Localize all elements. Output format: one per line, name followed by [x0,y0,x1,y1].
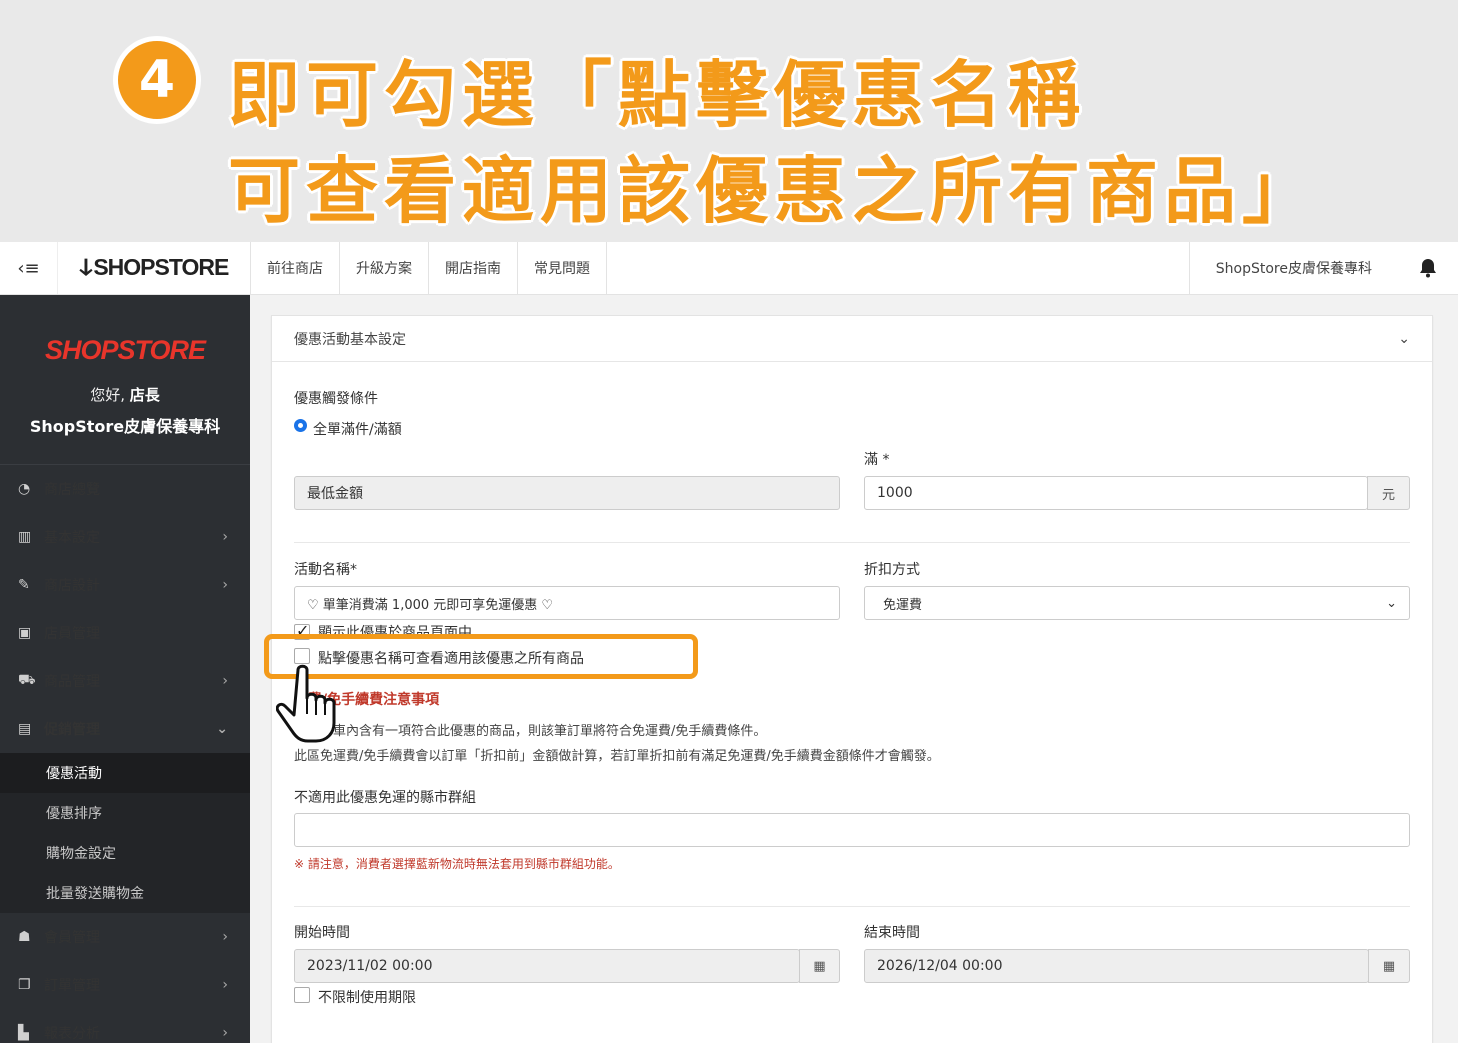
chevron-right-icon: › [222,673,228,689]
chevron-right-icon: › [222,929,228,945]
sidebar-store-name: ShopStore皮膚保養專科 [29,417,221,436]
user-menu[interactable]: ShopStore皮膚保養專科 [1188,242,1398,294]
sidebar-item-reports[interactable]: ▙ 報表分析 › [0,1009,250,1043]
sidebar-item-store-design[interactable]: ✎ 商店設計 › [0,561,250,609]
exclude-regions-label: 不適用此優惠免運的縣市群組 [294,790,476,806]
sidebar-item-promotions[interactable]: ▤ 促銷管理 ⌄ [0,705,250,753]
start-time-input[interactable]: 2023/11/02 00:00 [294,949,800,983]
nav-faq[interactable]: 常見問題 [518,242,607,294]
sidebar-greeting: 您好, 店長 [90,386,160,404]
discount-method-label: 折扣方式 [864,562,920,578]
card-header[interactable]: 優惠活動基本設定 ⌄ [272,316,1432,362]
sidebar-brand: SHOPSTORE 您好, 店長 ShopStore皮膚保養專科 [0,295,250,465]
amount-input[interactable]: 1000 [864,476,1368,510]
event-name-label: 活動名稱* [294,562,357,578]
gift-icon: ▤ [18,721,32,737]
sidebar-item-members[interactable]: ☗ 會員管理 › [0,913,250,961]
sidebar-logo: SHOPSTORE [44,335,206,365]
amount-unit: 元 [1367,476,1410,510]
sidebar-item-basic-settings[interactable]: ▥ 基本設定 › [0,513,250,561]
exclude-regions-note: ※ 請注意，消費者選擇藍新物流時無法套用到縣市群組功能。 [294,857,620,871]
chevron-right-icon: › [222,529,228,545]
bar-chart-icon: ▙ [18,1025,29,1041]
nav-upgrade-plan[interactable]: 升級方案 [340,242,429,294]
bank-icon: ▥ [18,529,32,545]
step-number-badge: 4 [113,36,201,124]
discount-settings-card: 優惠活動基本設定 ⌄ [271,315,1433,1043]
unlimited-period-label: 不限制使用期限 [318,990,416,1006]
chevron-down-icon: ⌄ [216,721,228,737]
sidebar-item-products[interactable]: ⛟ 商品管理 › [0,657,250,705]
promotions-submenu: 優惠活動 優惠排序 購物金設定 批量發送購物金 [0,753,250,913]
divider [294,542,1410,543]
menu-collapse-icon[interactable]: ‹≡ [0,242,58,294]
dashboard-icon: ◔ [18,481,31,497]
cart-icon: ⛟ [18,672,36,688]
unlimited-period-checkbox[interactable] [294,987,310,1003]
chevron-down-icon: ⌄ [1386,595,1397,611]
bell-icon[interactable] [1398,242,1458,294]
discount-method-select[interactable]: 免運費 ⌄ [864,586,1410,620]
exclude-regions-input[interactable] [294,813,1410,847]
banner-line-1: 即可勾選「點擊優惠名稱 [228,53,1087,137]
magic-wand-icon: ✎ [18,577,30,593]
hand-cursor-icon [275,664,366,748]
nav-store-guide[interactable]: 開店指南 [429,242,518,294]
chevron-right-icon: › [222,1025,228,1041]
banner-line-2: 可查看適用該優惠之所有商品」 [228,149,1321,233]
brand-text: SHOPSTORE [93,254,229,280]
divider [294,906,1410,907]
brand-logo[interactable]: ↆSHOPSTORE [58,242,251,294]
sidebar-item-staff[interactable]: ▣ 店員管理 [0,609,250,657]
sidebar: SHOPSTORE 您好, 店長 ShopStore皮膚保養專科 ◔ 商店總覽 … [0,295,250,1043]
trigger-option-label: 全單滿件/滿額 [313,422,402,438]
calendar-icon[interactable]: ▦ [1368,949,1410,983]
calendar-icon[interactable]: ▦ [799,949,840,983]
top-navbar: ‹≡ ↆSHOPSTORE 前往商店 升級方案 開店指南 常見問題 ShopSt… [0,242,1458,295]
lock-icon: ▣ [18,625,32,641]
shipping-notice-line-2: 此區免運費/免手續費會以訂單「折扣前」金額做計算，若訂單折扣前有滿足免運費/免手… [294,749,940,764]
users-icon: ☗ [18,929,31,945]
end-time-input[interactable]: 2026/12/04 00:00 [864,949,1369,983]
full-label: 滿 * [864,452,890,468]
sidebar-item-orders[interactable]: ❐ 訂單管理 › [0,961,250,1009]
sidebar-subitem-credit-settings[interactable]: 購物金設定 [0,833,250,873]
chevron-right-icon: › [222,977,228,993]
start-time-label: 開始時間 [294,925,350,941]
copy-icon: ❐ [18,977,31,993]
discount-method-value: 免運費 [883,597,923,613]
min-amount-field: 最低金額 [294,476,840,510]
event-name-input[interactable]: ♡ 單筆消費滿 1,000 元即可享免運優惠 ♡ [294,586,840,620]
trigger-radio[interactable] [294,419,307,432]
sidebar-subitem-bulk-credit[interactable]: 批量發送購物金 [0,873,250,913]
nav-go-to-store[interactable]: 前往商店 [251,242,340,294]
trigger-condition-label: 優惠觸發條件 [294,391,378,407]
sidebar-item-overview[interactable]: ◔ 商店總覽 [0,465,250,513]
chevron-down-icon[interactable]: ⌄ [1398,331,1410,347]
sidebar-subitem-discount-order[interactable]: 優惠排序 [0,793,250,833]
end-time-label: 結束時間 [864,925,920,941]
sidebar-subitem-discount-events[interactable]: 優惠活動 [0,753,250,793]
chevron-right-icon: › [222,577,228,593]
card-title: 優惠活動基本設定 [294,331,406,348]
instruction-banner: 4 即可勾選「點擊優惠名稱 可查看適用該優惠之所有商品」 [0,0,1458,242]
